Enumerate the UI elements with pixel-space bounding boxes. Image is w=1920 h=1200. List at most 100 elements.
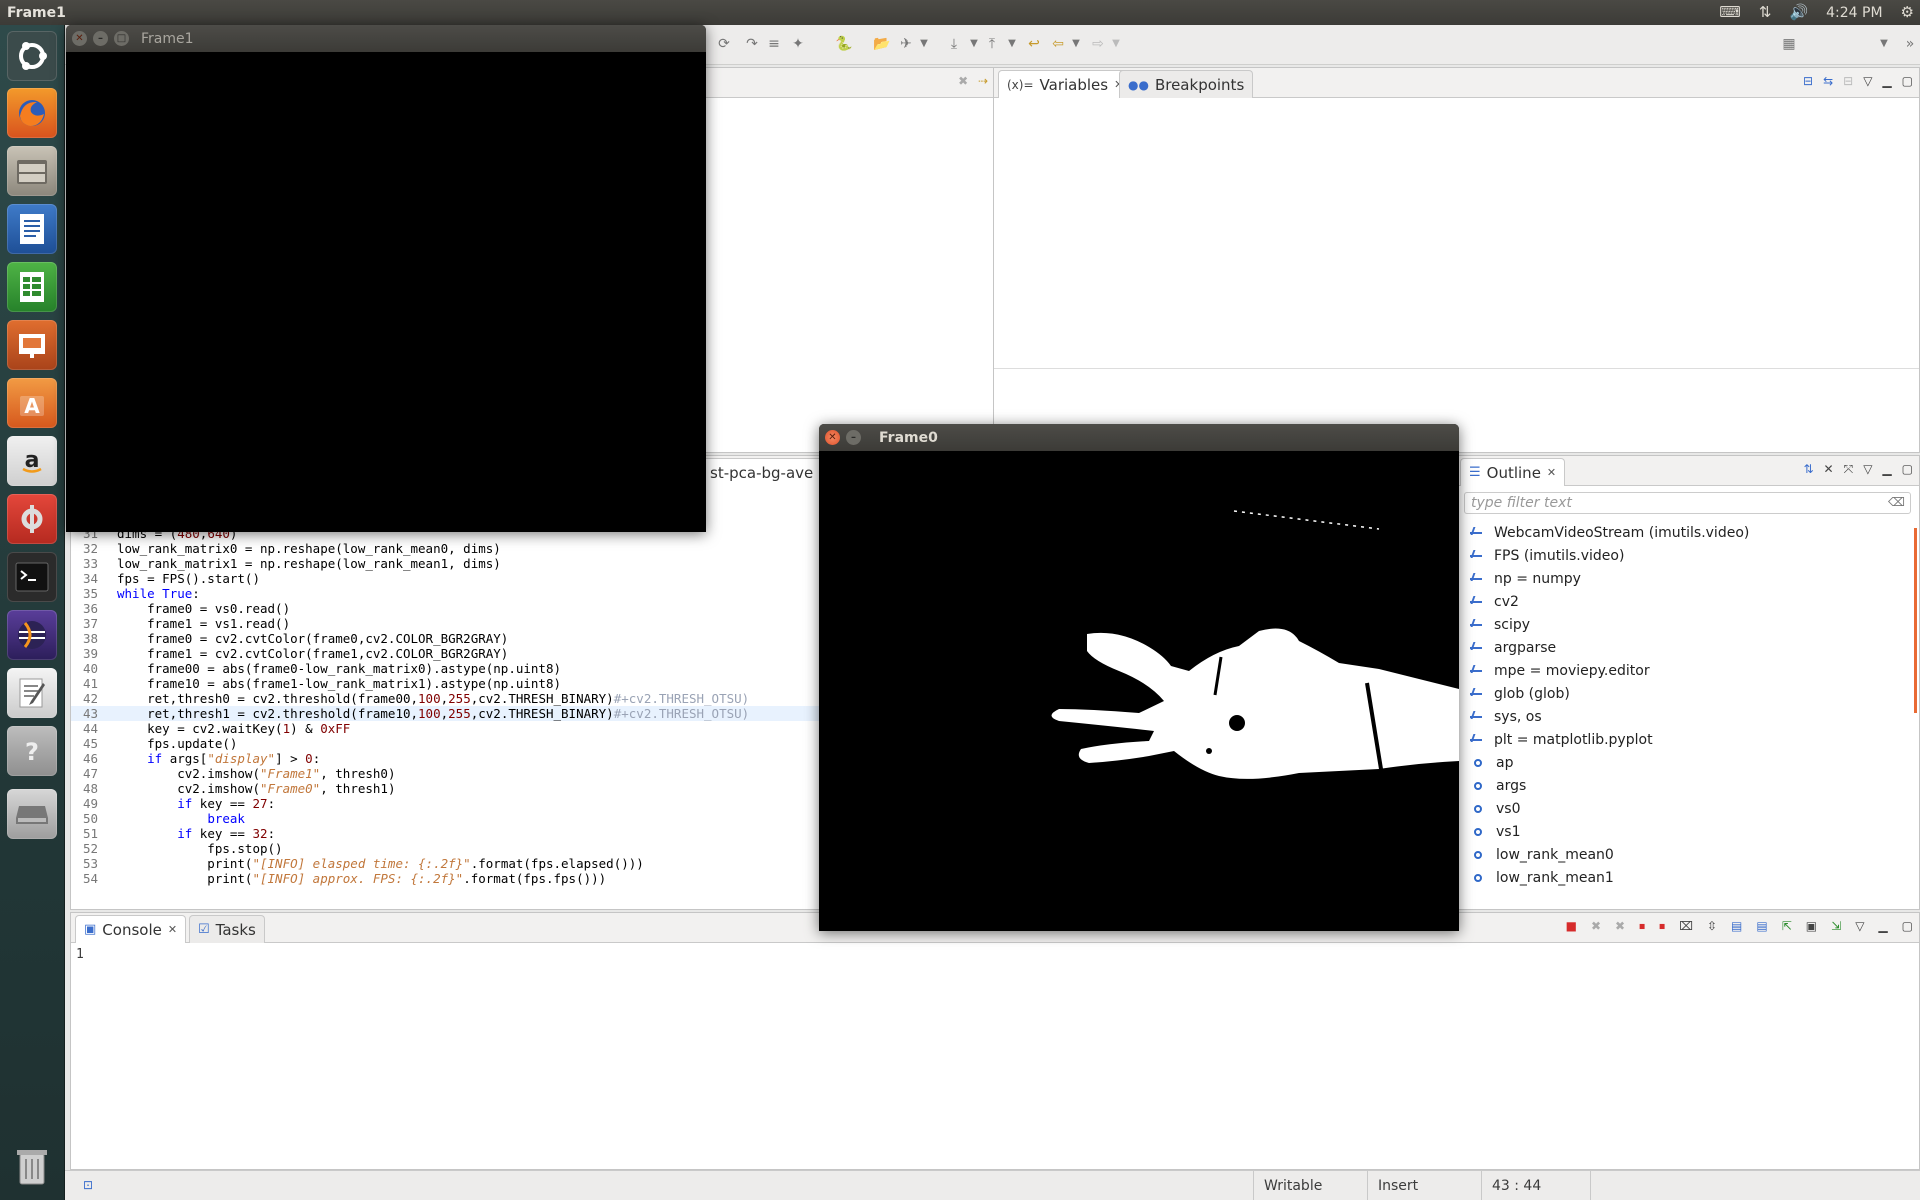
calc-icon[interactable] xyxy=(7,262,57,312)
sort-icon[interactable]: ⇅ xyxy=(1803,462,1813,477)
python-icon[interactable]: 🐍 xyxy=(835,35,853,53)
keyboard-icon[interactable]: ⌨ xyxy=(1719,0,1741,25)
outline-item[interactable]: vs0 xyxy=(1470,798,1521,820)
show-logical-icon[interactable]: ⇆ xyxy=(1823,74,1833,88)
wand-icon[interactable]: ✦ xyxy=(789,35,807,53)
back-icon[interactable]: ⇦ xyxy=(1049,35,1067,53)
outline-item[interactable]: np = numpy xyxy=(1470,568,1581,590)
toolbar-overflow-icon[interactable]: » xyxy=(1901,35,1919,53)
outline-item[interactable]: mpe = moviepy.editor xyxy=(1470,660,1650,682)
tab-console[interactable]: ▣ Console ✕ xyxy=(75,915,187,943)
show-stdout-icon[interactable]: ▤ xyxy=(1731,919,1742,934)
amazon-icon[interactable]: a xyxy=(7,436,57,486)
prev-annotation-dropdown-icon[interactable]: ▼ xyxy=(1003,35,1021,53)
help-icon[interactable]: ? xyxy=(7,726,57,776)
outline-item[interactable]: FPS (imutils.video) xyxy=(1470,545,1624,567)
outline-filter-input[interactable]: type filter text ⌫ xyxy=(1464,492,1911,514)
software-center-icon[interactable]: A xyxy=(7,378,57,428)
fast-view-icon[interactable]: ⊡ xyxy=(83,1178,93,1192)
forward-icon[interactable]: ⇨ xyxy=(1089,35,1107,53)
maximize-icon[interactable]: ▢ xyxy=(1902,74,1913,88)
tab-variables[interactable]: (x)= Variables ✕ xyxy=(998,70,1133,98)
settings-gear-icon[interactable]: ⚙ xyxy=(1901,0,1914,25)
maximize-icon[interactable]: □ xyxy=(114,31,129,46)
clear-console-icon[interactable]: ⌧ xyxy=(1679,919,1693,934)
ubuntu-dash-icon[interactable] xyxy=(7,31,57,81)
close-icon[interactable]: ✕ xyxy=(825,430,840,445)
view-menu-icon[interactable]: ▽ xyxy=(1863,74,1872,88)
view-menu-icon[interactable]: ▽ xyxy=(1855,919,1864,934)
run-dropdown-icon[interactable]: ▼ xyxy=(915,35,933,53)
outline-item[interactable]: argparse xyxy=(1470,637,1556,659)
tab-tasks[interactable]: ☑ Tasks xyxy=(189,915,265,943)
outline-item[interactable]: cv2 xyxy=(1470,591,1519,613)
remove-terminated-icon[interactable]: ✖ xyxy=(958,74,968,88)
clock[interactable]: 4:24 PM xyxy=(1826,5,1882,21)
volume-icon[interactable]: 🔊 xyxy=(1789,0,1808,25)
firefox-icon[interactable] xyxy=(7,88,57,138)
close-icon[interactable]: ✕ xyxy=(1547,466,1556,479)
last-edit-icon[interactable]: ↩ xyxy=(1025,35,1043,53)
outline-item[interactable]: low_rank_mean1 xyxy=(1470,867,1614,889)
scroll-lock-icon[interactable]: ⇳ xyxy=(1707,919,1717,934)
next-annotation-dropdown-icon[interactable]: ▼ xyxy=(965,35,983,53)
show-stderr-icon[interactable]: ▤ xyxy=(1756,919,1767,934)
stop-all-icon[interactable]: ⏹ xyxy=(1659,919,1665,934)
open-perspective-icon[interactable]: ▦ xyxy=(1780,35,1798,53)
terminate-icon[interactable]: ■ xyxy=(1566,919,1577,934)
outline-item[interactable]: vs1 xyxy=(1470,821,1521,843)
tab-editor-file[interactable]: st-pca-bg-ave ✕ xyxy=(701,458,838,486)
tab-outline[interactable]: ☰ Outline ✕ xyxy=(1460,458,1566,486)
pin-console-icon[interactable]: ⇱ xyxy=(1782,919,1792,934)
minimize-icon[interactable]: – xyxy=(846,430,861,445)
maximize-icon[interactable]: ▢ xyxy=(1902,919,1913,934)
tab-breakpoints[interactable]: ●● Breakpoints xyxy=(1119,70,1254,98)
view-menu-icon[interactable]: ▽ xyxy=(1863,462,1872,477)
terminal-icon[interactable] xyxy=(7,552,57,602)
close-icon[interactable]: ✕ xyxy=(72,31,87,46)
next-annotation-icon[interactable]: ⤓ xyxy=(945,35,963,53)
files-icon[interactable] xyxy=(7,146,57,196)
back-dropdown-icon[interactable]: ▼ xyxy=(1067,35,1085,53)
text-editor-icon[interactable] xyxy=(7,668,57,718)
refresh-icon[interactable]: ⟳ xyxy=(715,35,733,53)
remove-all-terminated-icon[interactable]: ✖ xyxy=(1615,919,1625,934)
minimize-icon[interactable]: ▁ xyxy=(1882,462,1891,477)
minimize-icon[interactable]: ▁ xyxy=(1878,919,1887,934)
debug-stop-icon[interactable]: ⏹ xyxy=(1639,919,1645,934)
clear-filter-icon[interactable]: ⌫ xyxy=(1888,495,1905,509)
minimize-icon[interactable]: – xyxy=(93,31,108,46)
display-console-icon[interactable]: ▣ xyxy=(1806,919,1817,934)
outline-item[interactable]: ap xyxy=(1470,752,1513,774)
frame1-titlebar[interactable]: ✕ – □ Frame1 xyxy=(66,25,706,52)
outline-item[interactable]: sys, os xyxy=(1470,706,1542,728)
run-icon[interactable]: ✈ xyxy=(897,35,915,53)
outline-item[interactable]: WebcamVideoStream (imutils.video) xyxy=(1470,522,1749,544)
remove-launch-icon[interactable]: ✖ xyxy=(1591,919,1601,934)
frame0-titlebar[interactable]: ✕ – Frame0 xyxy=(819,424,1459,451)
trash-icon[interactable] xyxy=(7,1141,57,1191)
eclipse-icon[interactable] xyxy=(7,610,57,660)
step-filter-icon[interactable]: ⇢ xyxy=(978,74,988,88)
open-console-icon[interactable]: ⇲ xyxy=(1831,919,1841,934)
collapse-all-icon[interactable]: ⊟ xyxy=(1843,74,1853,88)
open-icon[interactable]: 📂 xyxy=(873,35,891,53)
forward-dropdown-icon[interactable]: ▼ xyxy=(1107,35,1125,53)
drive-icon[interactable] xyxy=(7,789,57,839)
prev-annotation-icon[interactable]: ⤒ xyxy=(983,35,1001,53)
outline-item[interactable]: glob (glob) xyxy=(1470,683,1570,705)
system-settings-icon[interactable] xyxy=(7,494,57,544)
show-types-icon[interactable]: ⊟ xyxy=(1803,74,1813,88)
writer-icon[interactable] xyxy=(7,204,57,254)
perspective-dropdown-icon[interactable]: ▼ xyxy=(1875,35,1893,53)
outline-item[interactable]: args xyxy=(1470,775,1526,797)
maximize-icon[interactable]: ▢ xyxy=(1902,462,1913,477)
close-icon[interactable]: ✕ xyxy=(168,923,177,936)
network-icon[interactable]: ⇅ xyxy=(1759,0,1772,25)
impress-icon[interactable] xyxy=(7,320,57,370)
step-icon[interactable]: ↷ xyxy=(743,35,761,53)
outline-item[interactable]: scipy xyxy=(1470,614,1530,636)
link-editor-icon[interactable]: ⤧ xyxy=(1844,462,1854,477)
format-icon[interactable]: ≡ xyxy=(765,35,783,53)
minimize-icon[interactable]: ▁ xyxy=(1882,74,1891,88)
